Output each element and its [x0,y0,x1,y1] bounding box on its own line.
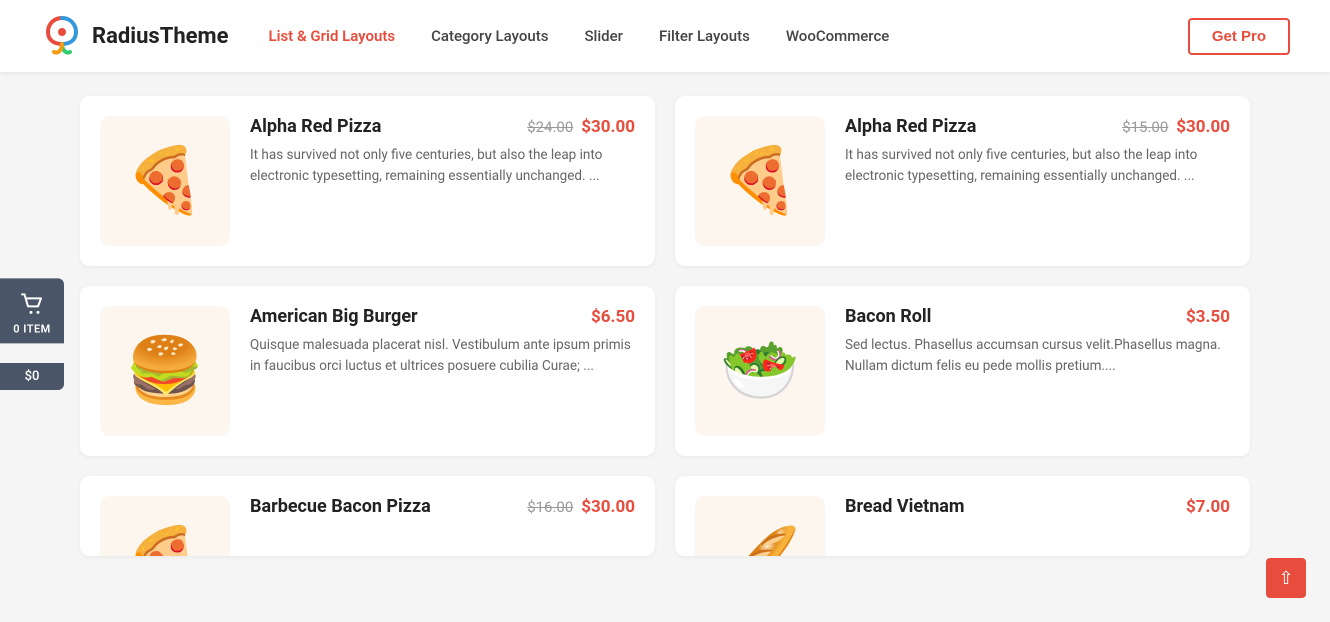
nav-filter-layouts[interactable]: Filter Layouts [659,27,750,45]
nav-list-grid[interactable]: List & Grid Layouts [268,27,395,45]
product-info: American Big Burger $6.50 Quisque malesu… [250,306,635,377]
product-image: 🍔 [100,306,230,436]
nav-category-layouts[interactable]: Category Layouts [431,27,548,45]
product-card: 🥖 Bread Vietnam $7.00 [675,476,1250,556]
cart-count: 0 ITEM [13,322,51,335]
product-prices: $3.50 [1186,307,1230,327]
logo[interactable]: RadiusTheme [40,14,228,58]
header: RadiusTheme List & Grid Layouts Category… [0,0,1330,72]
scroll-to-top-button[interactable]: ⇧ [1266,558,1306,598]
price-old: $15.00 [1122,118,1168,136]
nav-woocommerce[interactable]: WooCommerce [786,27,890,45]
product-card: 🍕 Alpha Red Pizza $24.00 $30.00 It has s… [80,96,655,266]
product-info: Alpha Red Pizza $24.00 $30.00 It has sur… [250,116,635,187]
product-description: Quisque malesuada placerat nisl. Vestibu… [250,335,635,377]
product-title-row: Bacon Roll $3.50 [845,306,1230,327]
price-new: $3.50 [1186,307,1230,327]
product-description: Sed lectus. Phasellus accumsan cursus ve… [845,335,1230,377]
logo-text: RadiusTheme [92,24,228,49]
product-card: 🥗 Bacon Roll $3.50 Sed lectus. Phasellus… [675,286,1250,456]
product-card: 🍕 Alpha Red Pizza $15.00 $30.00 It has s… [675,96,1250,266]
product-prices: $6.50 [591,307,635,327]
product-info: Bread Vietnam $7.00 [845,496,1230,525]
product-image: 🥖 [695,496,825,556]
product-title-row: Alpha Red Pizza $24.00 $30.00 [250,116,635,137]
product-name: Alpha Red Pizza [845,116,976,137]
product-name: Bread Vietnam [845,496,965,517]
logo-icon [40,14,84,58]
cart-widget[interactable]: 0 ITEM [0,278,64,343]
product-prices: $16.00 $30.00 [527,497,635,517]
main-content: 🍕 Alpha Red Pizza $24.00 $30.00 It has s… [0,72,1330,580]
product-image: 🍕 [100,116,230,246]
price-new: $30.00 [581,117,635,137]
product-image: 🥗 [695,306,825,436]
price-old: $24.00 [527,118,573,136]
product-info: Barbecue Bacon Pizza $16.00 $30.00 [250,496,635,525]
get-pro-button[interactable]: Get Pro [1188,18,1290,55]
product-description: It has survived not only five centuries,… [845,145,1230,187]
product-card: 🍔 American Big Burger $6.50 Quisque male… [80,286,655,456]
product-info: Bacon Roll $3.50 Sed lectus. Phasellus a… [845,306,1230,377]
product-name: American Big Burger [250,306,418,327]
product-image: 🍕 [100,496,230,556]
cart-price: $0 [0,363,64,390]
product-prices: $7.00 [1186,497,1230,517]
price-new: $30.00 [1176,117,1230,137]
main-nav: List & Grid Layouts Category Layouts Sli… [268,27,1187,45]
nav-slider[interactable]: Slider [584,27,623,45]
price-new: $7.00 [1186,497,1230,517]
product-name: Barbecue Bacon Pizza [250,496,431,517]
product-info: Alpha Red Pizza $15.00 $30.00 It has sur… [845,116,1230,187]
product-title-row: Bread Vietnam $7.00 [845,496,1230,517]
product-name: Alpha Red Pizza [250,116,381,137]
product-title-row: American Big Burger $6.50 [250,306,635,327]
product-prices: $24.00 $30.00 [527,117,635,137]
product-image: 🍕 [695,116,825,246]
products-grid: 🍕 Alpha Red Pizza $24.00 $30.00 It has s… [80,96,1250,556]
price-old: $16.00 [527,498,573,516]
product-description: It has survived not only five centuries,… [250,145,635,187]
price-new: $6.50 [591,307,635,327]
product-title-row: Alpha Red Pizza $15.00 $30.00 [845,116,1230,137]
product-title-row: Barbecue Bacon Pizza $16.00 $30.00 [250,496,635,517]
product-prices: $15.00 $30.00 [1122,117,1230,137]
cart-icon [18,290,46,318]
price-new: $30.00 [581,497,635,517]
product-name: Bacon Roll [845,306,931,327]
product-card: 🍕 Barbecue Bacon Pizza $16.00 $30.00 [80,476,655,556]
